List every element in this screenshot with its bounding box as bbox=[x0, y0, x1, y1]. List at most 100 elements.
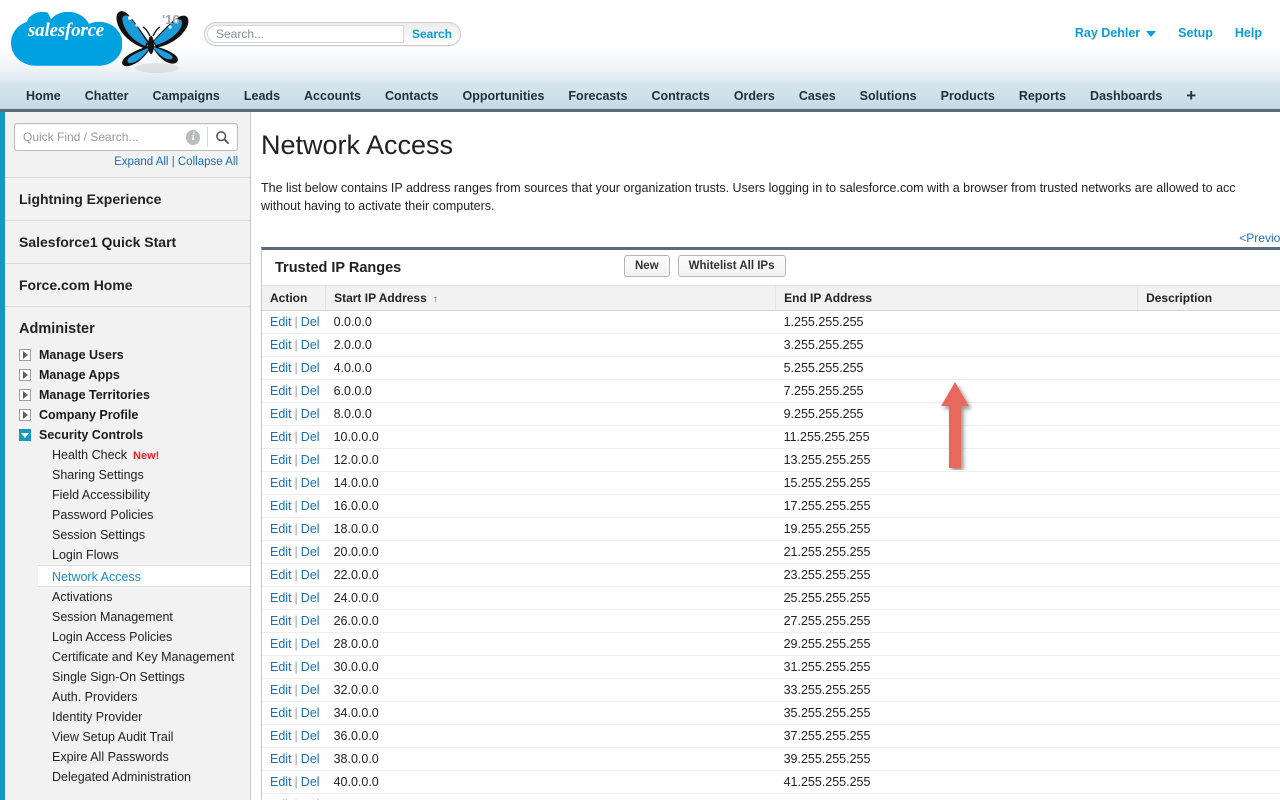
sidebar-item-password-policies[interactable]: Password Policies bbox=[5, 505, 250, 525]
delete-link[interactable]: Del bbox=[301, 430, 320, 444]
expand-triangle-icon[interactable] bbox=[19, 389, 31, 401]
sidebar-item-login-flows[interactable]: Login Flows bbox=[5, 545, 250, 565]
edit-link[interactable]: Edit bbox=[270, 476, 292, 490]
delete-link[interactable]: Del bbox=[301, 752, 320, 766]
expand-triangle-icon[interactable] bbox=[19, 349, 31, 361]
delete-link[interactable]: Del bbox=[301, 637, 320, 651]
delete-link[interactable]: Del bbox=[301, 660, 320, 674]
tab-reports[interactable]: Reports bbox=[1007, 82, 1078, 109]
delete-link[interactable]: Del bbox=[301, 453, 320, 467]
expand-triangle-icon[interactable] bbox=[19, 369, 31, 381]
delete-link[interactable]: Del bbox=[301, 775, 320, 789]
sidebar-item-security-controls[interactable]: Security Controls bbox=[5, 425, 250, 445]
tab-accounts[interactable]: Accounts bbox=[292, 82, 373, 109]
delete-link[interactable]: Del bbox=[301, 683, 320, 697]
tab-opportunities[interactable]: Opportunities bbox=[450, 82, 556, 109]
edit-link[interactable]: Edit bbox=[270, 338, 292, 352]
edit-link[interactable]: Edit bbox=[270, 614, 292, 628]
sidebar-item-field-accessibility[interactable]: Field Accessibility bbox=[5, 485, 250, 505]
quick-find-input[interactable] bbox=[15, 130, 186, 144]
sidebar-item-company-profile[interactable]: Company Profile bbox=[5, 405, 250, 425]
tab-campaigns[interactable]: Campaigns bbox=[141, 82, 232, 109]
previous-page-link[interactable]: <Previous bbox=[1239, 231, 1280, 245]
delete-link[interactable]: Del bbox=[301, 706, 320, 720]
column-header-end-ip[interactable]: End IP Address bbox=[775, 286, 1139, 311]
sidebar-section-lightning-experience[interactable]: Lightning Experience bbox=[5, 177, 250, 221]
delete-link[interactable]: Del bbox=[301, 476, 320, 490]
edit-link[interactable]: Edit bbox=[270, 407, 292, 421]
setup-link[interactable]: Setup bbox=[1178, 26, 1213, 40]
delete-link[interactable]: Del bbox=[301, 338, 320, 352]
edit-link[interactable]: Edit bbox=[270, 315, 292, 329]
delete-link[interactable]: Del bbox=[301, 499, 320, 513]
expand-triangle-icon[interactable] bbox=[19, 409, 31, 421]
edit-link[interactable]: Edit bbox=[270, 384, 292, 398]
delete-link[interactable]: Del bbox=[301, 568, 320, 582]
edit-link[interactable]: Edit bbox=[270, 499, 292, 513]
sidebar-section-salesforce1-quick-start[interactable]: Salesforce1 Quick Start bbox=[5, 220, 250, 264]
whitelist-all-ips-button[interactable]: Whitelist All IPs bbox=[677, 255, 786, 277]
sidebar-section-force-com-home[interactable]: Force.com Home bbox=[5, 263, 250, 307]
sidebar-item-expire-all-passwords[interactable]: Expire All Passwords bbox=[5, 747, 250, 767]
sidebar-item-login-access-policies[interactable]: Login Access Policies bbox=[5, 627, 250, 647]
sidebar-item-single-sign-on-settings[interactable]: Single Sign-On Settings bbox=[5, 667, 250, 687]
sidebar-item-network-access[interactable]: Network Access bbox=[38, 565, 250, 587]
global-search[interactable]: Search bbox=[204, 22, 461, 46]
tab-chatter[interactable]: Chatter bbox=[73, 82, 141, 109]
quick-find-search-icon[interactable] bbox=[208, 130, 237, 145]
edit-link[interactable]: Edit bbox=[270, 729, 292, 743]
quick-find-box[interactable]: i bbox=[14, 123, 238, 151]
tab-dashboards[interactable]: Dashboards bbox=[1078, 82, 1174, 109]
edit-link[interactable]: Edit bbox=[270, 545, 292, 559]
edit-link[interactable]: Edit bbox=[270, 453, 292, 467]
tab-contacts[interactable]: Contacts bbox=[373, 82, 450, 109]
sidebar-item-activations[interactable]: Activations bbox=[5, 587, 250, 607]
search-input[interactable] bbox=[207, 25, 404, 43]
tab-orders[interactable]: Orders bbox=[722, 82, 787, 109]
salesforce-logo[interactable]: salesforce '16 bbox=[10, 4, 189, 74]
collapse-all-link[interactable]: Collapse All bbox=[178, 156, 238, 168]
sidebar-item-view-setup-audit-trail[interactable]: View Setup Audit Trail bbox=[5, 727, 250, 747]
sidebar-item-manage-users[interactable]: Manage Users bbox=[5, 345, 250, 365]
edit-link[interactable]: Edit bbox=[270, 706, 292, 720]
sidebar-item-health-check[interactable]: Health Check New! bbox=[5, 445, 250, 465]
delete-link[interactable]: Del bbox=[301, 384, 320, 398]
sidebar-item-delegated-administration[interactable]: Delegated Administration bbox=[5, 767, 250, 787]
new-button[interactable]: New bbox=[624, 255, 670, 277]
delete-link[interactable]: Del bbox=[301, 729, 320, 743]
tab-solutions[interactable]: Solutions bbox=[848, 82, 929, 109]
sidebar-item-manage-apps[interactable]: Manage Apps bbox=[5, 365, 250, 385]
sidebar-item-sharing-settings[interactable]: Sharing Settings bbox=[5, 465, 250, 485]
delete-link[interactable]: Del bbox=[301, 614, 320, 628]
delete-link[interactable]: Del bbox=[301, 315, 320, 329]
collapse-triangle-icon[interactable] bbox=[19, 429, 31, 441]
user-menu-link[interactable]: Ray Dehler bbox=[1075, 26, 1157, 40]
edit-link[interactable]: Edit bbox=[270, 430, 292, 444]
edit-link[interactable]: Edit bbox=[270, 660, 292, 674]
column-header-start-ip[interactable]: Start IP Address ↑ bbox=[325, 286, 777, 311]
edit-link[interactable]: Edit bbox=[270, 752, 292, 766]
edit-link[interactable]: Edit bbox=[270, 775, 292, 789]
tab-products[interactable]: Products bbox=[929, 82, 1007, 109]
tab-leads[interactable]: Leads bbox=[232, 82, 292, 109]
sidebar-item-session-settings[interactable]: Session Settings bbox=[5, 525, 250, 545]
edit-link[interactable]: Edit bbox=[270, 568, 292, 582]
tab-cases[interactable]: Cases bbox=[787, 82, 848, 109]
column-header-description[interactable]: Description bbox=[1137, 286, 1280, 311]
edit-link[interactable]: Edit bbox=[270, 683, 292, 697]
tab-contracts[interactable]: Contracts bbox=[639, 82, 721, 109]
info-icon[interactable]: i bbox=[186, 129, 201, 145]
tab-home[interactable]: Home bbox=[14, 82, 73, 109]
edit-link[interactable]: Edit bbox=[270, 637, 292, 651]
sidebar-item-certificate-and-key-management[interactable]: Certificate and Key Management bbox=[5, 647, 250, 667]
expand-all-link[interactable]: Expand All bbox=[114, 156, 168, 168]
delete-link[interactable]: Del bbox=[301, 545, 320, 559]
help-link[interactable]: Help bbox=[1235, 26, 1262, 40]
sidebar-item-session-management[interactable]: Session Management bbox=[5, 607, 250, 627]
tab-add-icon[interactable]: + bbox=[1174, 82, 1208, 109]
sidebar-item-identity-provider[interactable]: Identity Provider bbox=[5, 707, 250, 727]
edit-link[interactable]: Edit bbox=[270, 522, 292, 536]
edit-link[interactable]: Edit bbox=[270, 361, 292, 375]
delete-link[interactable]: Del bbox=[301, 591, 320, 605]
sidebar-item-manage-territories[interactable]: Manage Territories bbox=[5, 385, 250, 405]
